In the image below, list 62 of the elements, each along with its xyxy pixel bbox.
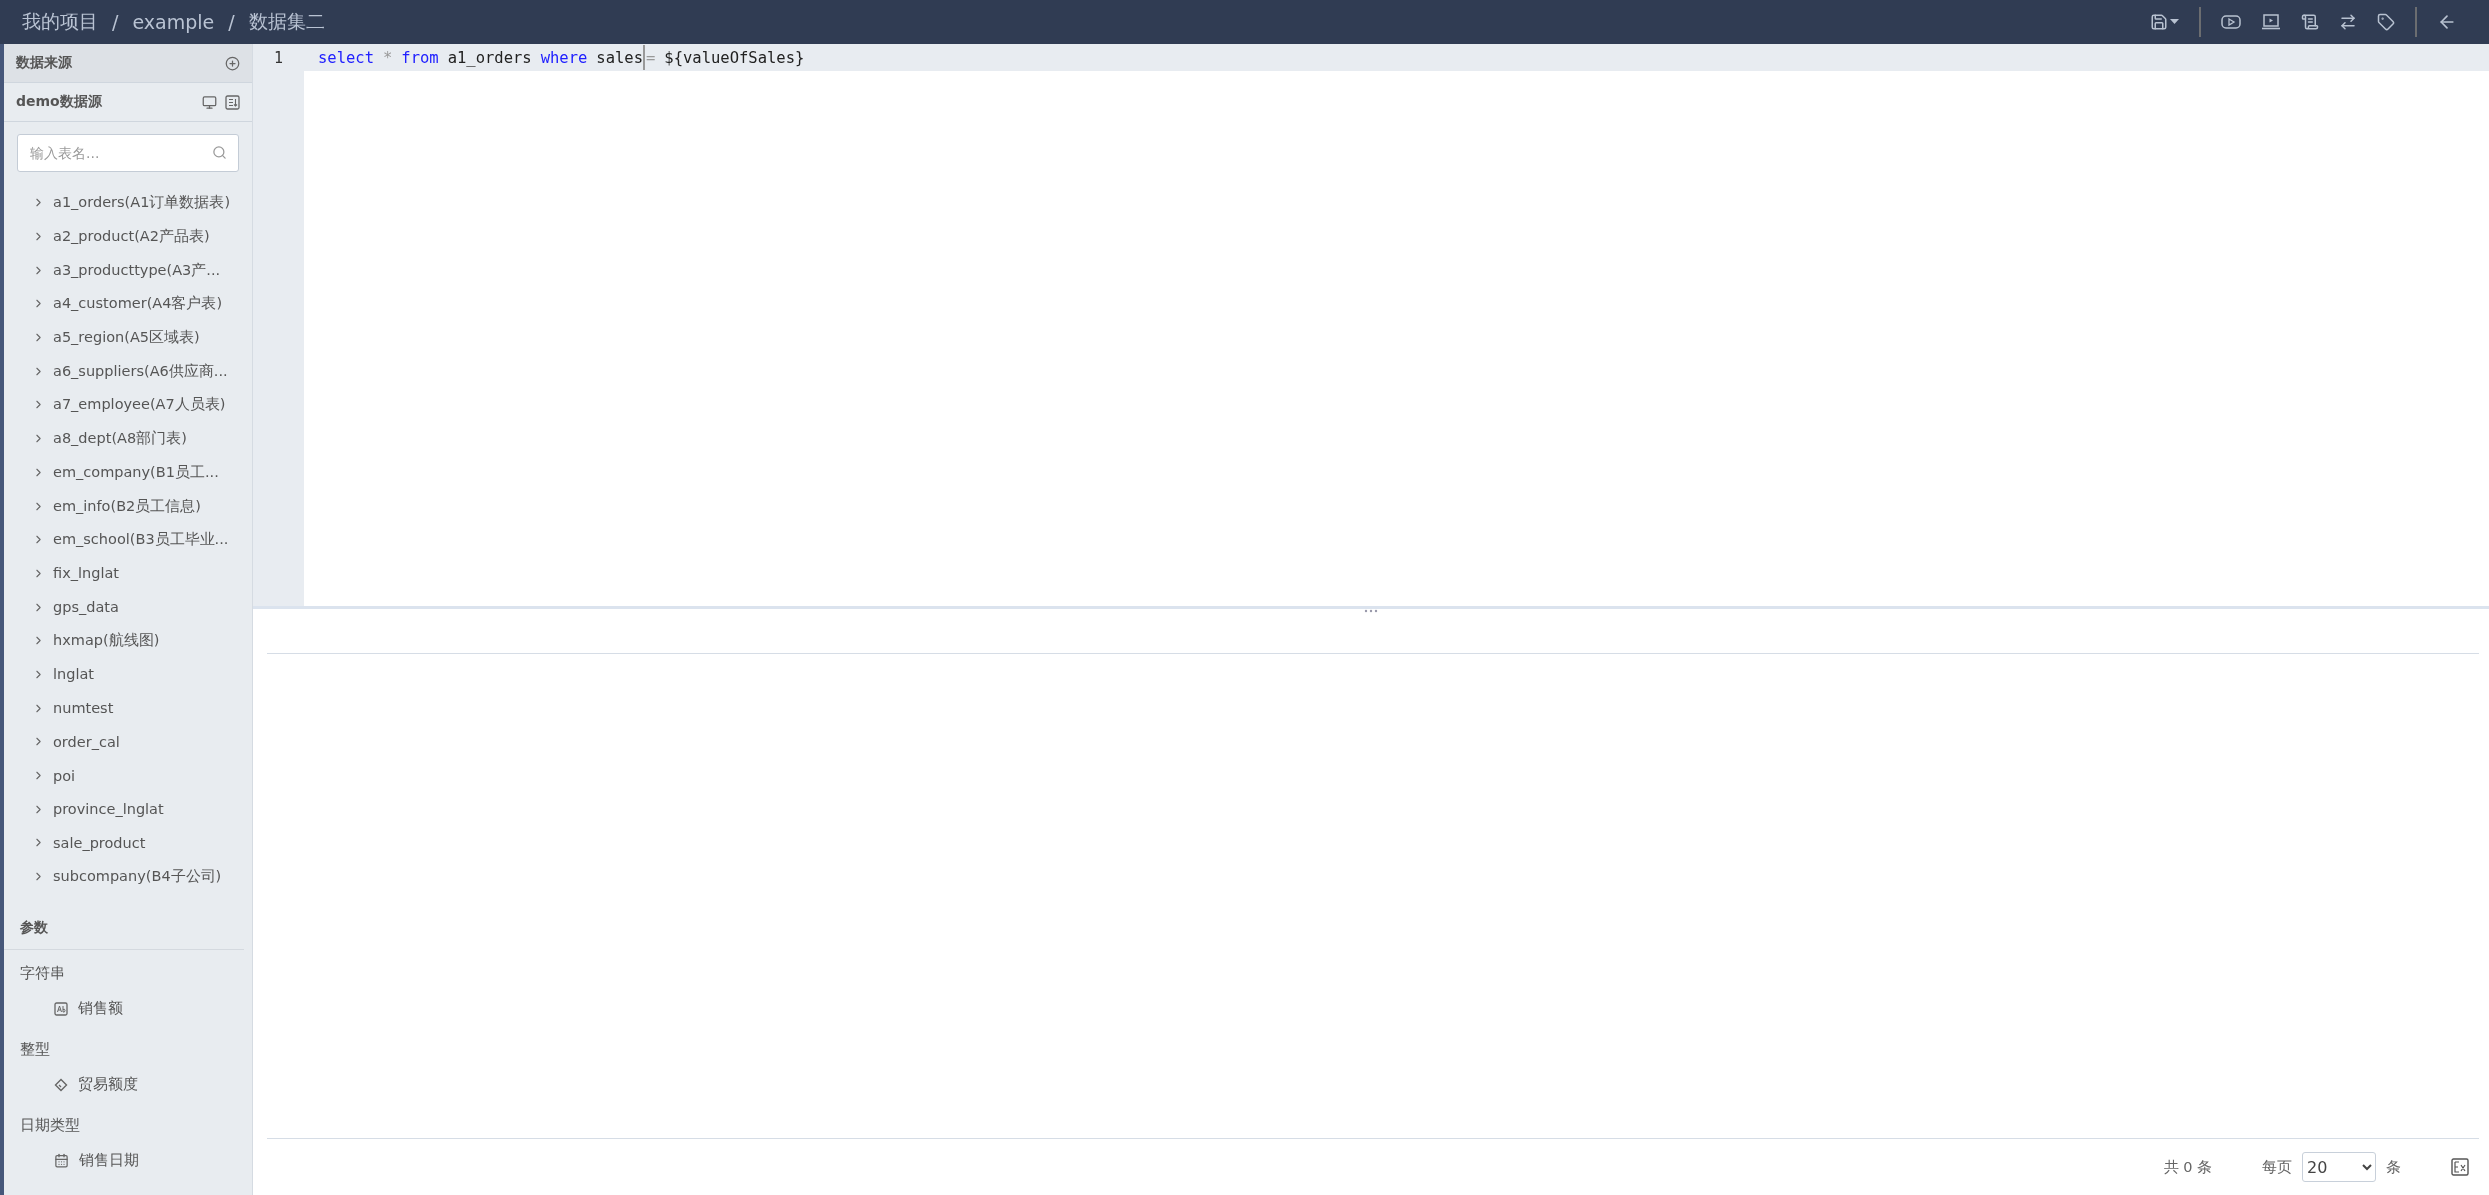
table-tree-item[interactable]: a1_orders(A1订单数据表) (4, 186, 252, 220)
table-tree-item[interactable]: lnglat (4, 657, 252, 692)
param-item[interactable]: 销售额 (4, 991, 252, 1027)
table-tree-item[interactable]: a5_region(A5区域表) (4, 320, 252, 355)
breadcrumb-item[interactable]: example (132, 11, 215, 33)
table-tree-item[interactable]: fix_lnglat (4, 556, 252, 591)
text-type-icon (54, 1001, 68, 1016)
table-tree-item[interactable]: numtest (4, 691, 252, 725)
spreadsheet-icon[interactable] (2451, 1158, 2469, 1176)
table-tree-item[interactable]: poi (4, 758, 252, 793)
section-title: 参数 (4, 919, 244, 951)
table-tree-item[interactable]: sale_product (4, 826, 252, 860)
add-icon[interactable] (225, 55, 240, 71)
code-token: a1_orders (447, 48, 532, 67)
code-token: where (540, 48, 588, 67)
param-type-label: 字符串 (19, 963, 66, 985)
calendar-icon (54, 1153, 69, 1169)
page-size-label: 每页 (2262, 1157, 2292, 1177)
text-cursor (643, 45, 645, 70)
table-tree-item[interactable]: a7_employee(A7人员表) (4, 388, 252, 422)
code-token: select (318, 48, 374, 67)
table-tree-item[interactable]: a8_dept(A8部门表) (4, 421, 252, 456)
table-tree-item[interactable]: a6_suppliers(A6供应商... (4, 354, 252, 389)
table-tree-item[interactable]: em_company(B1员工... (4, 455, 252, 490)
table-tree-item[interactable]: gps_data (4, 590, 252, 624)
code-token: sales (596, 48, 643, 67)
resize-handle[interactable] (1362, 609, 1380, 613)
code-editor[interactable]: select * from a1_orders where sales = ${valueOfSales} (304, 44, 2489, 606)
table-tree-item[interactable]: a3_producttype(A3产... (4, 253, 252, 288)
param-type-label: 整型 (19, 1039, 51, 1061)
save-icon (2150, 13, 2168, 31)
table-tree-item[interactable]: subcompany(B4子公司) (4, 859, 252, 894)
datasource-name: demo数据源 (16, 93, 102, 111)
code-token: * (383, 48, 393, 67)
unit-label: 条 (2386, 1157, 2401, 1177)
table-tree-item[interactable]: province_lnglat (4, 792, 252, 827)
panel-title: 数据来源 (16, 54, 72, 72)
caret-icon (2170, 19, 2179, 25)
search-field[interactable]: 输入表名... (17, 134, 239, 172)
line-number: 1 (273, 47, 284, 69)
table-tree-item[interactable]: order_cal (4, 725, 252, 759)
param-item[interactable]: 销售日期 (4, 1143, 252, 1179)
tag-icon (54, 1077, 68, 1092)
table-tree-item[interactable]: hxmap(航线图) (4, 623, 252, 658)
breadcrumb-item: 数据集二 (248, 9, 325, 34)
monitor-icon[interactable] (202, 94, 217, 110)
param-item[interactable]: 贸易额度 (4, 1067, 252, 1103)
code-token: ${valueOfSales} (664, 48, 805, 67)
total-count: 共 0 条 (2163, 1157, 2212, 1177)
table-tree-item[interactable]: em_school(B3员工毕业... (4, 522, 252, 557)
table-tree-item[interactable]: a4_customer(A4客户表) (4, 287, 252, 321)
sort-icon[interactable] (225, 94, 240, 110)
breadcrumb-separator: / (112, 11, 119, 33)
search-icon (212, 145, 227, 160)
code-token: = (646, 48, 656, 67)
table-tree-item[interactable]: a2_product(A2产品表) (4, 219, 252, 254)
code-token: from (401, 48, 439, 67)
param-type-label: 日期类型 (19, 1115, 81, 1137)
page-size-select[interactable]: 20 (2302, 1152, 2376, 1182)
table-tree-item[interactable]: em_info(B2员工信息) (4, 489, 252, 523)
breadcrumb-separator: / (228, 11, 235, 33)
breadcrumb-item[interactable]: 我的项目 (22, 9, 98, 35)
